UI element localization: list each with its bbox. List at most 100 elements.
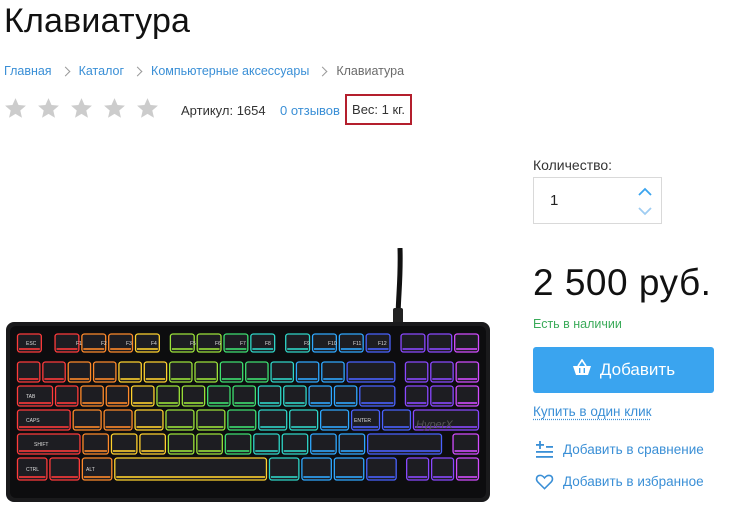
product-image: ESC F1 F2 F3 F4 F5 F6 F7 F8 F9 F10 F11 F12 TAB CAPS SHI… (4, 247, 492, 504)
breadcrumb: Главная Каталог Компьютерные аксессуары … (4, 63, 404, 79)
breadcrumb-separator (317, 66, 328, 76)
keyboard-key-glow (255, 450, 278, 452)
sku-label: Артикул: (181, 103, 234, 118)
keyboard-key-label: ESC (26, 341, 37, 347)
keyboard-key-glow (310, 402, 330, 404)
keyboard-key-glow (169, 450, 193, 452)
quantity-value[interactable]: 1 (550, 192, 558, 209)
star-icon[interactable] (36, 96, 61, 121)
keyboard-key-label: CAPS (26, 418, 40, 424)
keyboard-key-glow (283, 450, 307, 452)
add-to-cart-button[interactable]: Добавить (533, 347, 714, 393)
availability-status: Есть в наличии (533, 317, 622, 331)
keyboard-key-glow (335, 402, 356, 404)
keyboard-key-glow (369, 450, 440, 452)
chevron-down-icon[interactable] (637, 204, 653, 216)
keyboard-key-glow (110, 348, 132, 350)
keyboard-key-label: F6 (215, 341, 221, 347)
keyboard-key-label: CTRL (26, 467, 39, 473)
keyboard-key-glow (285, 402, 305, 404)
keyboard-key-glow (198, 450, 221, 452)
keyboard-key-glow (107, 402, 128, 404)
weight-badge: Вес: 1 кг. (345, 94, 412, 125)
keyboard-key-glow (340, 450, 364, 452)
quantity-label: Количество: (533, 157, 613, 173)
keyboard-key-glow (335, 476, 363, 478)
heart-icon (535, 472, 554, 491)
keyboard-key-glow (141, 450, 164, 452)
keyboard-key-glow (19, 378, 39, 380)
keyboard-key-glow (454, 450, 477, 452)
add-to-favorites-label: Добавить в избранное (563, 474, 704, 489)
add-to-cart-label: Добавить (599, 360, 676, 379)
quantity-stepper[interactable]: 1 (533, 177, 662, 224)
keyboard-key-glow (19, 348, 40, 350)
add-to-compare-label: Добавить в сравнение (563, 442, 704, 457)
keyboard-key-glow (272, 378, 292, 380)
sku: Артикул: 1654 (181, 103, 266, 118)
keyboard-key-glow (312, 450, 335, 452)
keyboard-key-glow (340, 348, 362, 350)
keyboard-key-glow (133, 402, 153, 404)
keyboard-key-glow (406, 378, 427, 380)
keyboard-key-glow (112, 450, 136, 452)
chevron-up-icon[interactable] (637, 185, 653, 197)
keyboard-key-glow (384, 426, 409, 428)
keyboard-key-glow (291, 426, 317, 428)
keyboard-key-glow (83, 348, 105, 350)
keyboard-key-glow (137, 348, 158, 350)
add-to-favorites-button[interactable]: Добавить в избранное (535, 472, 704, 491)
add-to-compare-button[interactable]: Добавить в сравнение (535, 440, 704, 459)
keyboard-key-glow (171, 348, 193, 350)
keyboard-key-glow (229, 426, 255, 428)
star-icon[interactable] (135, 96, 160, 121)
keyboard-key-glow (51, 476, 78, 478)
keyboard-key-glow (361, 402, 394, 404)
keyboard-key-glow (116, 476, 265, 478)
keyboard-key-label: F8 (265, 341, 271, 347)
keyboard-key-glow (225, 348, 247, 350)
keyboard-key-glow (270, 476, 298, 478)
page-title: Клавиатура (4, 2, 191, 40)
basket-icon (572, 358, 592, 382)
sku-value: 1654 (236, 103, 266, 118)
keyboard-key-glow (252, 348, 274, 350)
keyboard-key-label: F12 (378, 341, 387, 347)
keyboard-key-label: F5 (190, 341, 196, 347)
keyboard-key-glow (432, 402, 452, 404)
breadcrumb-computer-accessories[interactable]: Компьютерные аксессуары (151, 64, 309, 78)
breadcrumb-home[interactable]: Главная (4, 64, 52, 78)
keyboard-key-label: ALT (86, 467, 95, 473)
keyboard-key-label: SHIFT (34, 442, 48, 448)
keyboard-key-label: F3 (126, 341, 132, 347)
keyboard-key-glow (456, 348, 477, 350)
keyboard-key-label: TAB (26, 394, 36, 400)
compare-list-icon (535, 440, 554, 459)
keyboard-key-glow (198, 348, 220, 350)
reviews-link[interactable]: 0 отзывов (280, 103, 340, 118)
star-icon[interactable] (69, 96, 94, 121)
keyboard-key-glow (183, 402, 204, 404)
star-icon[interactable] (102, 96, 127, 121)
keyboard-key-glow (433, 476, 453, 478)
breadcrumb-separator (132, 66, 143, 76)
keyboard-key-glow (457, 402, 477, 404)
keyboard-key-glow (171, 378, 191, 380)
keyboard-key-glow (19, 426, 69, 428)
keyboard-key-glow (69, 378, 90, 380)
keyboard-key-glow (322, 426, 348, 428)
keyboard-key-glow (402, 348, 424, 350)
keyboard-key-glow (303, 476, 330, 478)
keyboard-key-glow (19, 476, 46, 478)
keyboard-key-glow (406, 402, 427, 404)
price: 2 500 руб. (533, 262, 712, 303)
keyboard-key-glow (120, 378, 140, 380)
keyboard-key-glow (82, 402, 102, 404)
keyboard-key-glow (105, 426, 131, 428)
star-icon[interactable] (3, 96, 28, 121)
breadcrumb-catalog[interactable]: Каталог (79, 64, 124, 78)
keyboard-key-label: F11 (353, 341, 361, 347)
keyboard-key-glow (226, 450, 250, 452)
buy-one-click-link[interactable]: Купить в один клик (533, 404, 652, 419)
keyboard-key-label: ENTER (354, 418, 371, 424)
